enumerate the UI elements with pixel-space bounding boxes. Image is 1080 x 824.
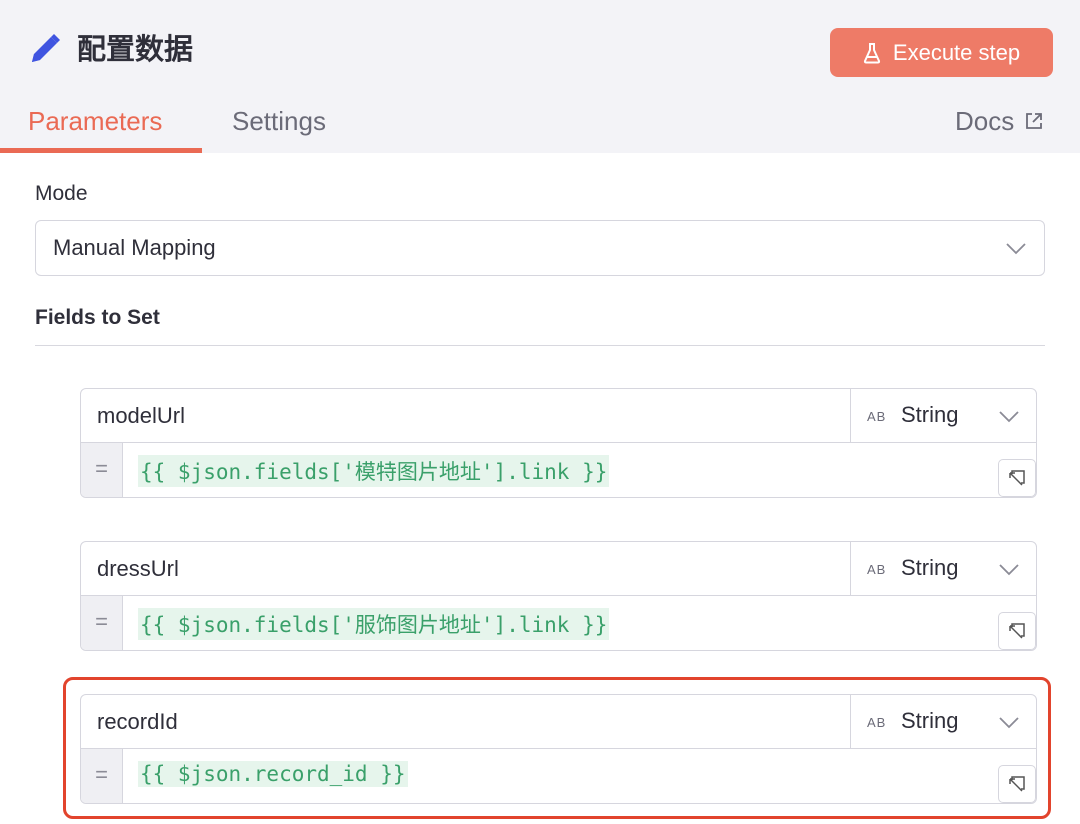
field-assignment-dressurl: dressUrl AB String = {{ $json.fields['服饰… [80,541,1037,651]
open-expression-icon [1009,470,1025,486]
node-header: 配置数据 Execute step Parameters Settings Do… [0,0,1080,153]
field-name-value: modelUrl [97,403,186,428]
field-value-expression[interactable]: {{ $json.fields['服饰图片地址'].link }} [138,608,610,640]
field-type-value: String [901,402,959,427]
chevron-down-icon [999,564,1019,576]
mode-select[interactable]: Manual Mapping [35,220,1045,276]
mode-select-value: Manual Mapping [53,235,216,260]
expression-equals-sign: = [81,443,123,497]
field-type-select[interactable]: AB String [851,542,1036,596]
flask-icon [863,42,881,63]
tab-parameters[interactable]: Parameters [28,104,162,138]
chevron-down-icon [999,411,1019,423]
open-expression-button[interactable] [998,459,1036,497]
docs-link[interactable]: Docs [955,104,1044,138]
active-tab-indicator [0,148,202,153]
chevron-down-icon [1006,243,1026,255]
docs-label: Docs [955,106,1015,136]
field-value-expression[interactable]: {{ $json.fields['模特图片地址'].link }} [138,455,610,487]
fields-to-set-label: Fields to Set [35,306,160,329]
field-name-input[interactable]: dressUrl [81,542,851,596]
section-divider [35,345,1045,346]
pencil-icon [32,34,60,62]
node-title: 配置数据 [77,34,194,66]
expression-equals-sign: = [81,596,123,650]
field-assignment-modelurl: modelUrl AB String = {{ $json.fields['模特… [80,388,1037,498]
open-expression-button[interactable] [998,612,1036,650]
open-expression-icon [1009,623,1025,639]
highlight-annotation-box [63,677,1051,819]
field-type-select[interactable]: AB String [851,389,1036,443]
execute-step-label: Execute step [892,39,1021,65]
external-link-icon [1026,113,1043,129]
string-type-icon: AB [867,409,887,424]
field-name-input[interactable]: modelUrl [81,389,851,443]
string-type-icon: AB [867,562,887,577]
execute-step-button[interactable]: Execute step [830,28,1053,77]
mode-label: Mode [35,182,88,205]
tab-settings[interactable]: Settings [232,104,326,138]
field-name-value: dressUrl [97,556,179,581]
field-type-value: String [901,555,959,580]
